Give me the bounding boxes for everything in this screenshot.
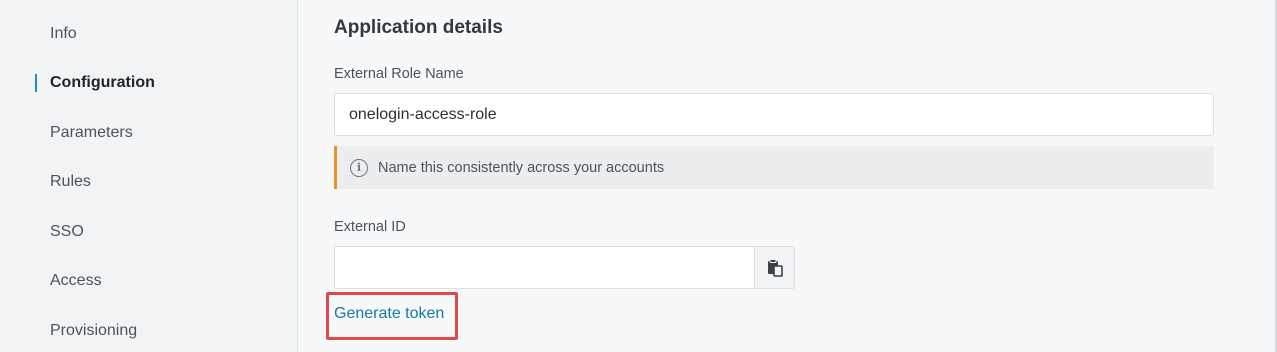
highlight-annotation (326, 292, 458, 340)
sidebar-item-provisioning[interactable]: Provisioning (0, 311, 297, 351)
external-id-label: External ID (334, 219, 406, 235)
sidebar-item-label: Rules (50, 173, 91, 190)
sidebar-item-label: Access (50, 272, 102, 289)
clipboard-icon (767, 258, 783, 277)
app-window: Info Configuration Parameters Rules SSO … (0, 0, 1277, 352)
sidebar-item-configuration[interactable]: Configuration (0, 63, 297, 103)
sidebar-item-info[interactable]: Info (0, 14, 297, 54)
copy-button[interactable] (754, 246, 795, 289)
external-role-label: External Role Name (334, 66, 464, 82)
sidebar-item-label: Info (50, 25, 77, 42)
external-role-input[interactable]: onelogin-access-role (334, 93, 1214, 136)
info-notice: i Name this consistently across your acc… (334, 146, 1214, 189)
sidebar-item-access[interactable]: Access (0, 261, 297, 301)
sidebar-item-label: Configuration (50, 74, 155, 91)
sidebar-item-label: SSO (50, 223, 84, 240)
external-role-value: onelogin-access-role (349, 105, 497, 123)
sidebar-item-parameters[interactable]: Parameters (0, 113, 297, 153)
sidebar-item-sso[interactable]: SSO (0, 212, 297, 252)
external-id-input[interactable] (334, 246, 754, 289)
info-icon: i (350, 158, 368, 177)
main-content: Application details External Role Name o… (298, 0, 1277, 352)
sidebar: Info Configuration Parameters Rules SSO … (0, 0, 298, 352)
notice-text: Name this consistently across your accou… (378, 159, 665, 176)
active-indicator (35, 74, 37, 92)
sidebar-item-label: Provisioning (50, 322, 138, 339)
sidebar-item-label: Parameters (50, 124, 133, 141)
section-title: Application details (334, 17, 503, 38)
sidebar-item-rules[interactable]: Rules (0, 162, 297, 202)
